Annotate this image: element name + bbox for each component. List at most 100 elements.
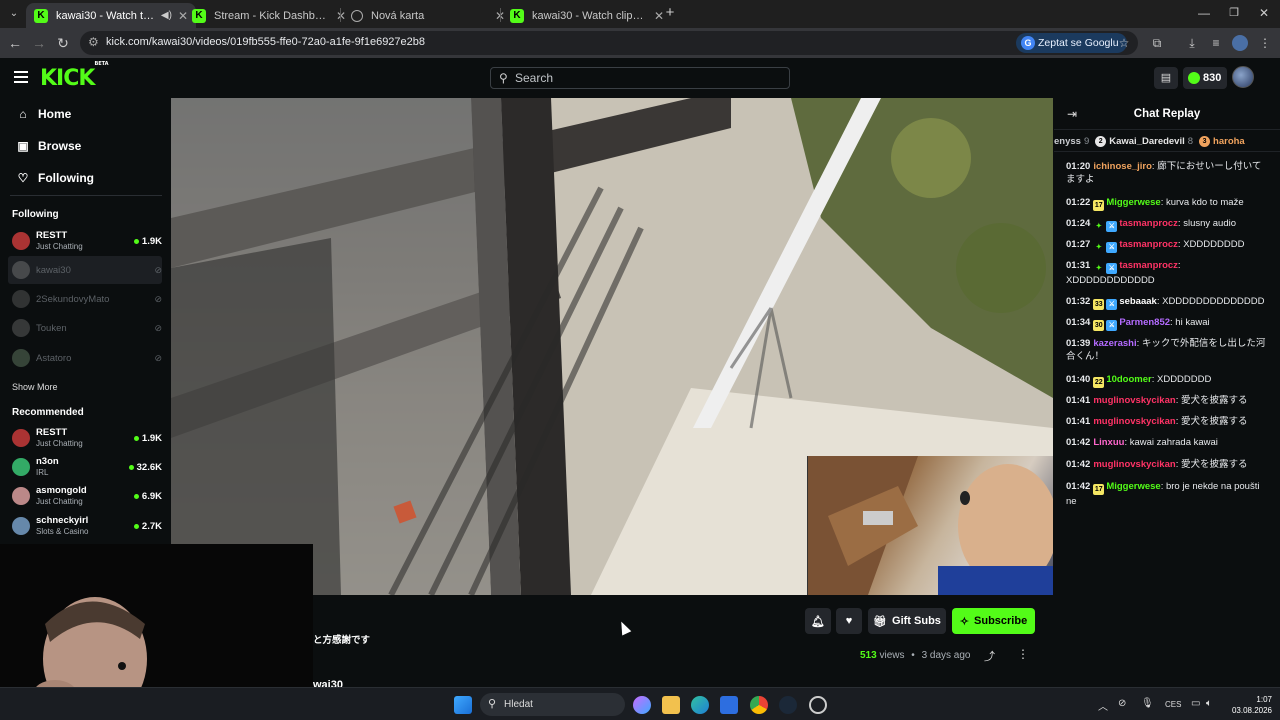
sidebar-channel-touken[interactable]: Touken ⊘: [8, 314, 162, 342]
sword-badge-icon[interactable]: ⚔: [1106, 320, 1118, 331]
profile-icon[interactable]: [1232, 35, 1248, 51]
chat-username[interactable]: Miggerwese: [1106, 197, 1160, 208]
leaderboard-entry[interactable]: 2 Kawai_Daredevil 8: [1095, 136, 1193, 147]
share-icon[interactable]: ⤴: [984, 648, 995, 664]
subscriber-badge[interactable]: 30: [1093, 320, 1105, 331]
chat-username[interactable]: muglinovskycikan: [1093, 395, 1175, 406]
menu-icon[interactable]: [14, 71, 28, 83]
url-text[interactable]: kick.com/kawai30/videos/019fb555-ffe0-72…: [106, 36, 425, 48]
sidebar-recommended-n3on[interactable]: n3on IRL 32.6K: [8, 453, 162, 481]
ask-google-button[interactable]: G Zeptat se Googlu: [1016, 33, 1127, 53]
notification-bell-icon[interactable]: 🔔︎: [805, 608, 831, 634]
copilot-icon[interactable]: [633, 696, 651, 714]
volume-icon[interactable]: 🔈︎: [1206, 698, 1212, 709]
leaderboard-entry[interactable]: enyss 9: [1054, 136, 1089, 147]
browser-tab-2[interactable]: K Stream - Kick Dashboard ✕: [184, 3, 354, 28]
network-off-icon[interactable]: ⊘: [1118, 698, 1126, 709]
library-icon[interactable]: ▤: [1154, 67, 1178, 89]
subscribe-button[interactable]: ✧ Subscribe: [952, 608, 1035, 634]
chat-username[interactable]: kazerashi: [1093, 338, 1136, 349]
subscriber-badge[interactable]: 22: [1093, 377, 1105, 388]
search-input[interactable]: [515, 70, 775, 86]
chat-username[interactable]: muglinovskycikan: [1093, 416, 1175, 427]
user-avatar[interactable]: [1232, 66, 1254, 88]
sword-badge-icon[interactable]: ⚔: [1106, 263, 1118, 274]
sidebar-channel-2sekundovymato[interactable]: 2SekundovyMato ⊘: [8, 285, 162, 313]
gift-leaderboard: enyss 9 2 Kawai_Daredevil 8 3 haroha: [1054, 132, 1280, 152]
sidebar-recommended-schneckyirl[interactable]: schneckyirl Slots & Casino 2.7K: [8, 512, 162, 540]
chat-username[interactable]: muglinovskycikan: [1093, 459, 1175, 470]
site-info-icon[interactable]: ⚙: [88, 35, 99, 49]
sidebar-channel-kawai30[interactable]: kawai30 ⊘: [8, 256, 162, 284]
new-tab-icon[interactable]: +: [660, 3, 680, 23]
sidebar-recommended-restt[interactable]: RESTT Just Chatting 1.9K: [8, 424, 162, 452]
more-options-icon[interactable]: ⋮: [1017, 647, 1029, 661]
app-icon[interactable]: [809, 696, 827, 714]
chrome-menu-icon[interactable]: ⋮: [1257, 35, 1273, 51]
file-explorer-icon[interactable]: [662, 696, 680, 714]
close-window-icon[interactable]: ✕: [1254, 3, 1274, 23]
speaker-icon[interactable]: ◀): [161, 10, 172, 21]
subscriber-badge[interactable]: 33: [1093, 299, 1105, 310]
chrome-icon[interactable]: [750, 696, 768, 714]
tab-search-icon[interactable]: ⌄: [4, 4, 24, 24]
bookmark-star-icon[interactable]: ☆: [1116, 35, 1132, 51]
chat-username[interactable]: Miggerwese: [1106, 481, 1160, 492]
sword-badge-icon[interactable]: ⚔: [1106, 242, 1118, 253]
browser-tab-4[interactable]: K kawai30 - Watch clips on Kick ✕: [502, 3, 672, 28]
edge-icon[interactable]: [691, 696, 709, 714]
chat-username[interactable]: sebaaak: [1119, 296, 1157, 307]
chat-username[interactable]: Parmen852: [1119, 317, 1170, 328]
show-more-link[interactable]: Show More: [12, 382, 58, 392]
forward-icon[interactable]: →: [29, 33, 49, 53]
views-count: 513: [860, 650, 877, 661]
kicks-balance-button[interactable]: 830: [1183, 67, 1227, 89]
taskbar-search[interactable]: ⚲ Hledat: [480, 693, 625, 716]
browser-tab-3[interactable]: Nová karta ✕: [343, 3, 513, 28]
media-controls-icon[interactable]: ≡: [1208, 35, 1224, 51]
show-hidden-icons-icon[interactable]: ︿: [1098, 698, 1108, 713]
gift-subs-button[interactable]: 🎁︎ Gift Subs: [868, 608, 946, 634]
chat-username[interactable]: tasmanprocz: [1119, 260, 1178, 271]
chat-username[interactable]: 10doomer: [1106, 374, 1151, 385]
viewer-count: 6.9K: [141, 490, 162, 502]
reload-icon[interactable]: ↻: [53, 33, 73, 53]
sparkle-badge-icon[interactable]: ✦: [1093, 263, 1104, 274]
subscriber-badge[interactable]: 17: [1093, 484, 1105, 495]
sidebar-channel-astatoro[interactable]: Astatoro ⊘: [8, 344, 162, 372]
nav-browse[interactable]: ▣ Browse: [16, 136, 81, 156]
display-icon[interactable]: ▭: [1191, 698, 1200, 709]
browser-tab-1[interactable]: K kawai30 - Watch the VOD o ◀) ✕: [26, 3, 196, 28]
kick-logo[interactable]: KICKBETA: [40, 61, 109, 91]
search-box[interactable]: ⚲: [490, 67, 790, 89]
chat-username[interactable]: tasmanprocz: [1119, 218, 1178, 229]
sparkle-badge-icon[interactable]: ✦: [1093, 221, 1104, 232]
language-indicator[interactable]: CES: [1165, 700, 1181, 709]
nav-home[interactable]: ⌂ Home: [16, 104, 71, 124]
chat-username[interactable]: Linxuu: [1093, 437, 1124, 448]
steam-icon[interactable]: [779, 696, 797, 714]
chat-username[interactable]: ichinose_jiro: [1093, 161, 1152, 172]
store-icon[interactable]: [720, 696, 738, 714]
download-icon[interactable]: ⤓: [1184, 35, 1200, 51]
follow-heart-icon[interactable]: ♥: [836, 608, 862, 634]
sword-badge-icon[interactable]: ⚔: [1106, 221, 1118, 232]
subscriber-badge[interactable]: 17: [1093, 200, 1105, 211]
sidebar-recommended-asmongold[interactable]: asmongold Just Chatting 6.9K: [8, 482, 162, 510]
extensions-icon[interactable]: ⧉: [1149, 35, 1165, 51]
back-icon[interactable]: ←: [5, 33, 25, 53]
chat-message: 01:34 30 ⚔ Parmen852: hi kawai: [1066, 317, 1210, 331]
sword-badge-icon[interactable]: ⚔: [1106, 299, 1118, 310]
url-bar[interactable]: ⚙ kick.com/kawai30/videos/019fb555-ffe0-…: [80, 31, 1138, 55]
sidebar-channel-restt[interactable]: RESTT Just Chatting 1.9K: [8, 227, 162, 255]
microphone-icon[interactable]: 🎙︎: [1141, 698, 1154, 709]
minimize-icon[interactable]: —: [1194, 3, 1214, 23]
nav-following[interactable]: ♡ Following: [16, 168, 94, 188]
clock[interactable]: 1:07 03.08.2026: [1222, 694, 1272, 716]
channel-category: Just Chatting: [36, 497, 83, 506]
sparkle-badge-icon[interactable]: ✦: [1093, 242, 1104, 253]
windows-start-icon[interactable]: [454, 696, 472, 714]
leaderboard-entry[interactable]: 3 haroha: [1199, 136, 1245, 147]
chat-username[interactable]: tasmanprocz: [1119, 239, 1178, 250]
maximize-icon[interactable]: ❐: [1224, 3, 1244, 23]
